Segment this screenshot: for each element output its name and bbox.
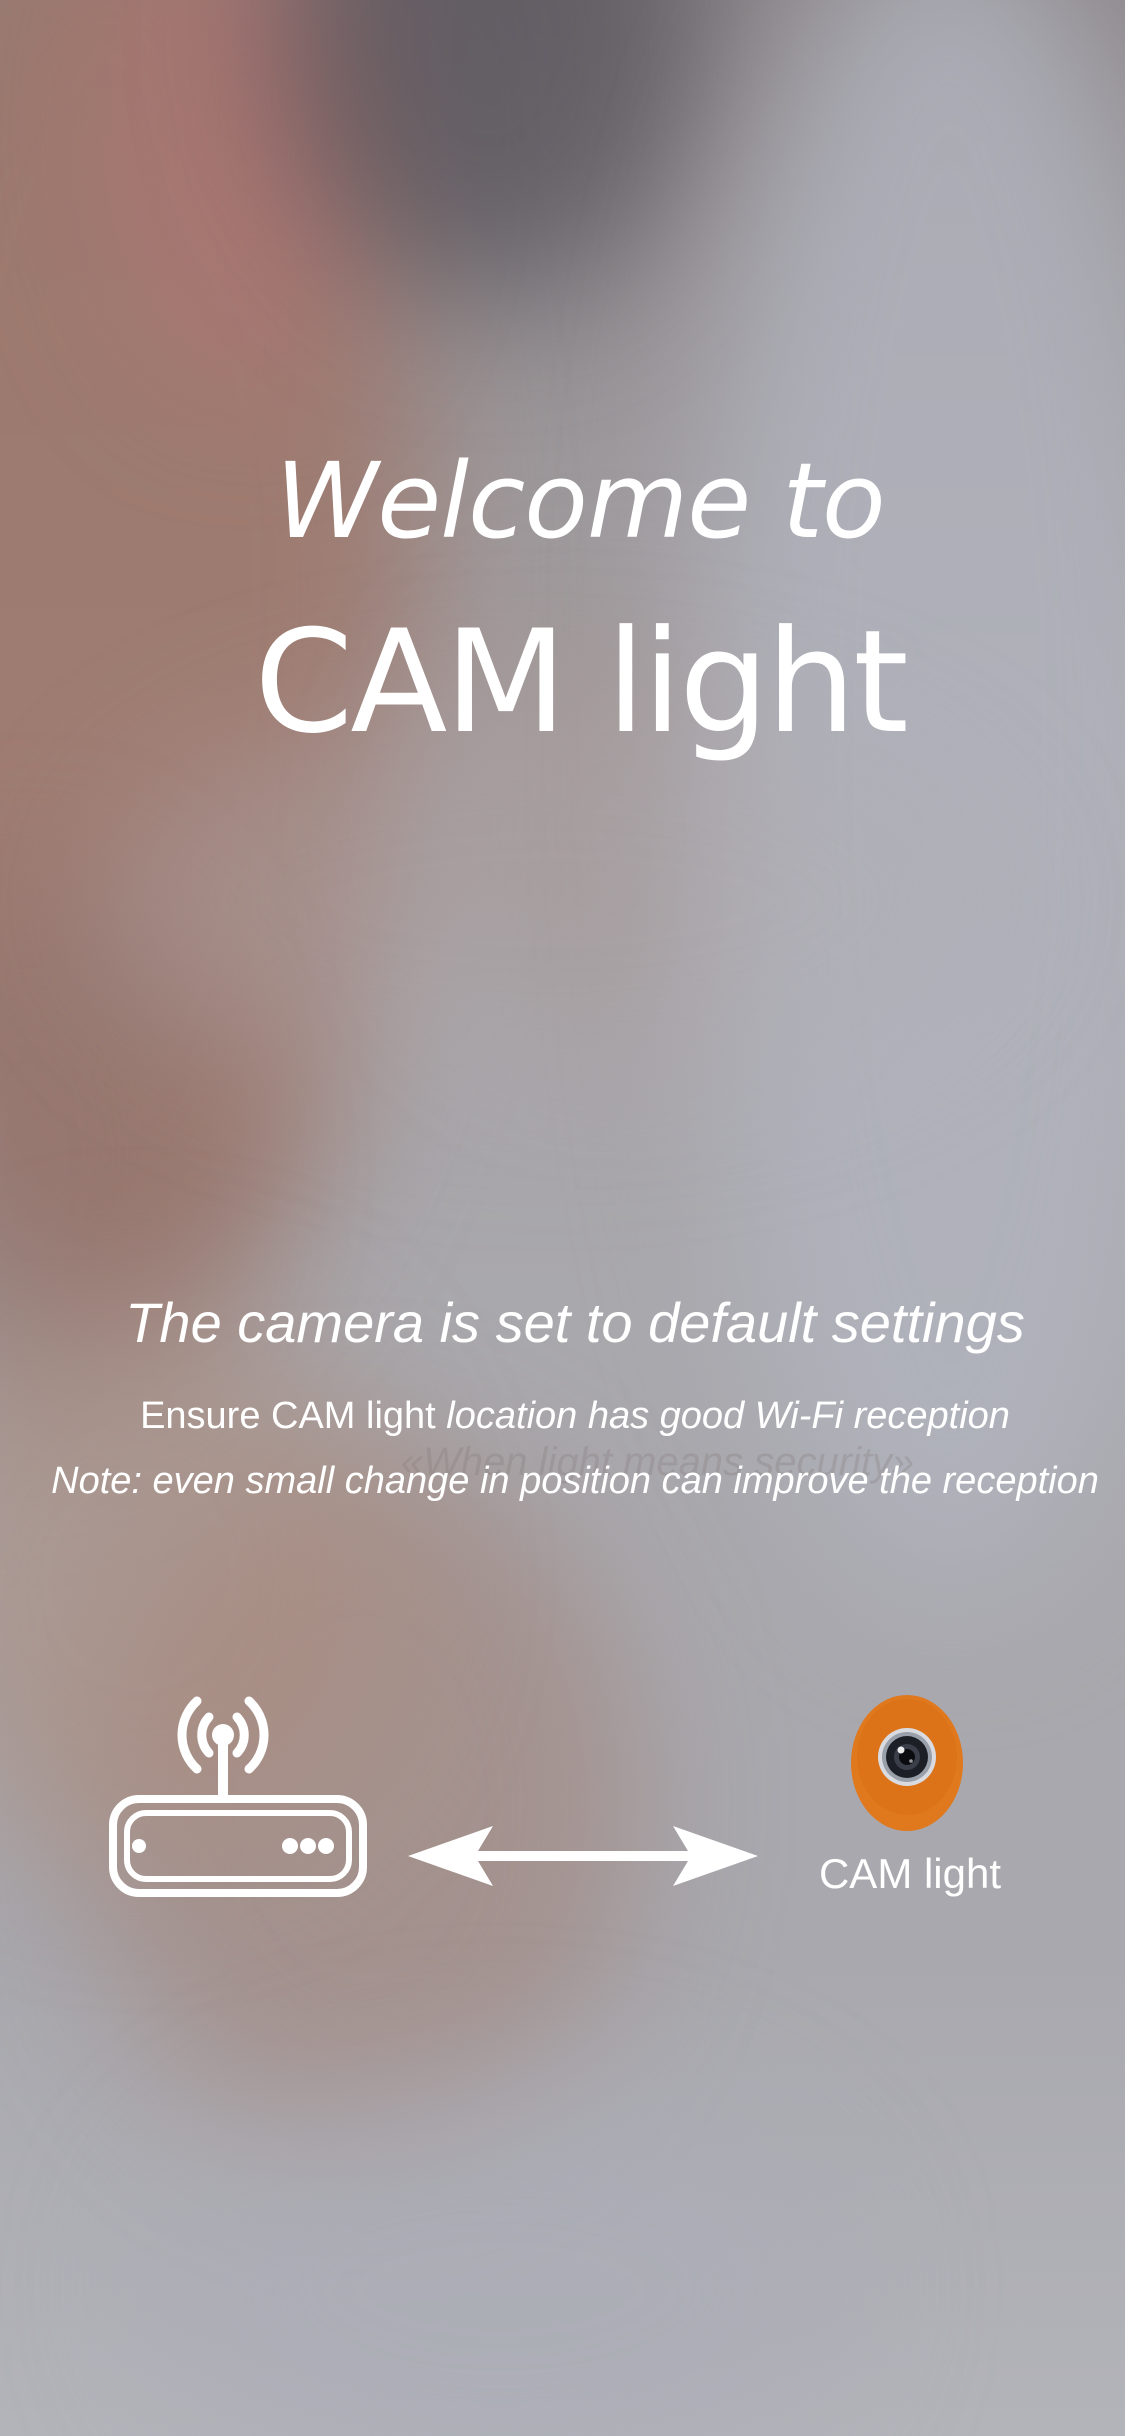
brand-title: CAM light: [254, 600, 909, 765]
camera-label: CAM light: [818, 1850, 1002, 1897]
welcome-title: Welcome to: [275, 440, 885, 562]
blurred-background: [0, 0, 1125, 2436]
reception-note: Note: even small change in position can …: [51, 1460, 1099, 1502]
default-settings-heading: The camera is set to default settings: [125, 1291, 1025, 1354]
camera-icon: [851, 1695, 963, 1831]
double-arrow-icon: [408, 1826, 758, 1886]
instruction-suffix: location has good Wi-Fi reception: [446, 1395, 1010, 1437]
wifi-reception-instruction: Ensure CAM light location has good Wi-Fi…: [0, 1395, 1125, 1438]
instruction-prefix: Ensure CAM light: [140, 1395, 447, 1437]
wifi-router-icon: [109, 1696, 367, 1897]
